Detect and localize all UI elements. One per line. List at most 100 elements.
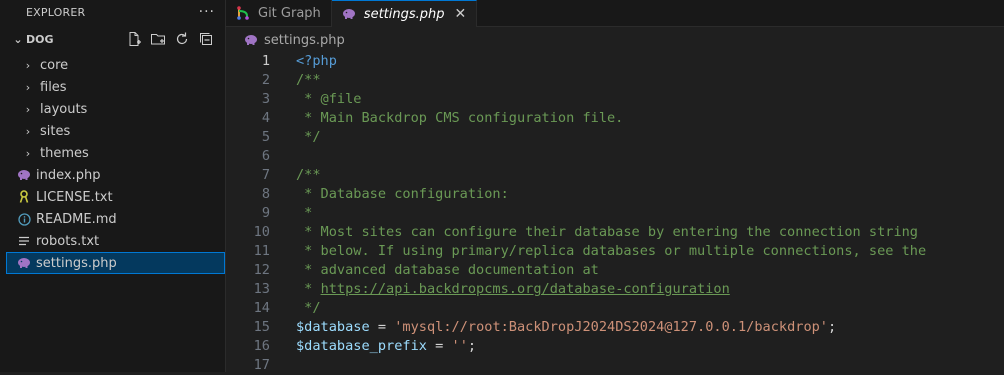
- tab-label: settings.php: [363, 6, 445, 22]
- code-token: <?php: [296, 53, 337, 69]
- text-lines-icon: [16, 235, 32, 247]
- code-token: $database: [296, 319, 370, 335]
- chevron-right-icon: ›: [25, 80, 31, 94]
- line-number: 16: [253, 338, 270, 354]
- license-key-icon: [16, 190, 32, 204]
- code-line: 7 /**: [226, 166, 1004, 185]
- tab-label: Git Graph: [258, 5, 321, 21]
- code-token: * Most sites can configure their databas…: [296, 224, 918, 240]
- line-number: 10: [253, 224, 270, 240]
- info-icon: [16, 212, 32, 226]
- code-editor[interactable]: 1 <?php 2 /** 3 * @file 4 * Main Backdrop …: [226, 52, 1004, 375]
- tree-folder-themes[interactable]: › themes: [6, 142, 225, 164]
- tree-item-label: settings.php: [36, 255, 117, 271]
- line-number: 6: [261, 148, 270, 164]
- editor-tab-bar: Git Graph settings.php ✕: [226, 0, 1004, 27]
- breadcrumb-item[interactable]: settings.php: [264, 33, 345, 48]
- new-folder-icon[interactable]: [149, 30, 167, 48]
- more-actions-icon[interactable]: ···: [199, 4, 215, 20]
- editor-area: Git Graph settings.php ✕ settings.php 1 <…: [226, 0, 1004, 375]
- tree-file-robots-txt[interactable]: robots.txt: [6, 230, 225, 252]
- code-line: 17: [226, 356, 1004, 375]
- line-number: 5: [261, 129, 270, 145]
- workspace-folder-dog[interactable]: ⌄ DOG: [6, 24, 225, 54]
- tree-item-label: layouts: [40, 101, 88, 117]
- line-number: 4: [261, 110, 270, 126]
- line-number: 17: [253, 357, 270, 373]
- close-icon[interactable]: ✕: [455, 6, 467, 22]
- folder-actions: [125, 30, 225, 48]
- code-token: * below. If using primary/replica databa…: [296, 243, 927, 259]
- tree-file-license-txt[interactable]: LICENSE.txt: [6, 186, 225, 208]
- code-token: =: [369, 319, 395, 335]
- code-token: 'mysql://root:BackDropJ2024DS2024@127.0.…: [394, 319, 828, 335]
- code-line: 3 * @file: [226, 90, 1004, 109]
- code-line: 8 * Database configuration:: [226, 185, 1004, 204]
- explorer-sidebar: EXPLORER ··· ⌄ DOG › core › files › layo…: [6, 0, 226, 372]
- tree-file-readme-md[interactable]: README.md: [6, 208, 225, 230]
- tree-item-label: themes: [40, 145, 89, 161]
- line-number: 1: [261, 53, 270, 69]
- line-number: 15: [253, 319, 270, 335]
- code-token: */: [296, 129, 321, 145]
- chevron-right-icon: ›: [25, 102, 31, 116]
- tree-item-label: core: [40, 57, 69, 73]
- tree-item-label: files: [40, 79, 67, 95]
- line-number: 11: [253, 243, 270, 259]
- tree-file-index-php[interactable]: index.php: [6, 164, 225, 186]
- code-token: $database_prefix: [296, 338, 427, 354]
- code-line: 6: [226, 147, 1004, 166]
- code-line: 10 * Most sites can configure their data…: [226, 223, 1004, 242]
- tree-item-label: robots.txt: [36, 233, 100, 249]
- code-token: /**: [296, 72, 321, 88]
- code-line: 2 /**: [226, 71, 1004, 90]
- chevron-right-icon: ›: [25, 146, 31, 160]
- tree-item-label: LICENSE.txt: [36, 189, 113, 205]
- collapse-all-icon[interactable]: [197, 30, 215, 48]
- code-token: *: [296, 281, 321, 297]
- php-elephant-icon: [244, 34, 258, 46]
- chevron-right-icon: ›: [25, 124, 31, 138]
- explorer-title: EXPLORER: [26, 5, 86, 19]
- tree-folder-sites[interactable]: › sites: [6, 120, 225, 142]
- chevron-down-icon: ⌄: [13, 32, 23, 46]
- line-number: 14: [253, 300, 270, 316]
- refresh-icon[interactable]: [173, 30, 191, 48]
- code-token: */: [296, 300, 321, 316]
- code-token: * Main Backdrop CMS configuration file.: [296, 110, 624, 126]
- code-token: * Database configuration:: [296, 186, 509, 202]
- php-elephant-icon: [16, 169, 32, 181]
- code-token: * @file: [296, 91, 362, 107]
- code-line: 15 $database = 'mysql://root:BackDropJ202…: [226, 318, 1004, 337]
- php-elephant-icon: [342, 8, 356, 20]
- tree-item-label: sites: [40, 123, 71, 139]
- line-number: 3: [261, 91, 270, 107]
- tree-file-settings-php[interactable]: settings.php: [6, 252, 225, 274]
- code-line: 4 * Main Backdrop CMS configuration file…: [226, 109, 1004, 128]
- tree-folder-files[interactable]: › files: [6, 76, 225, 98]
- code-token: ;: [467, 338, 477, 354]
- tree-item-label: README.md: [36, 211, 117, 227]
- code-line: 12 * advanced database documentation at: [226, 261, 1004, 280]
- tab-git-graph[interactable]: Git Graph: [226, 0, 332, 26]
- code-line: 13 * https://api.backdropcms.org/databas…: [226, 280, 1004, 299]
- tree-folder-core[interactable]: › core: [6, 54, 225, 76]
- line-number: 8: [261, 186, 270, 202]
- code-token: '': [451, 338, 468, 354]
- code-line: 14 */: [226, 299, 1004, 318]
- line-number: 9: [261, 205, 270, 221]
- code-token: ;: [828, 319, 837, 335]
- new-file-icon[interactable]: [125, 30, 143, 48]
- git-graph-icon: [236, 5, 250, 21]
- code-token: =: [426, 338, 452, 354]
- tree-folder-layouts[interactable]: › layouts: [6, 98, 225, 120]
- code-link[interactable]: https://api.backdropcms.org/database-con…: [321, 281, 730, 297]
- line-number: 12: [253, 262, 270, 278]
- tree-item-label: index.php: [36, 167, 101, 183]
- explorer-header: EXPLORER ···: [6, 0, 225, 24]
- code-token: /**: [296, 167, 321, 183]
- code-line: 11 * below. If using primary/replica dat…: [226, 242, 1004, 261]
- tab-settings-php[interactable]: settings.php ✕: [331, 0, 478, 27]
- code-line: 1 <?php: [226, 52, 1004, 71]
- line-number: 7: [261, 167, 270, 183]
